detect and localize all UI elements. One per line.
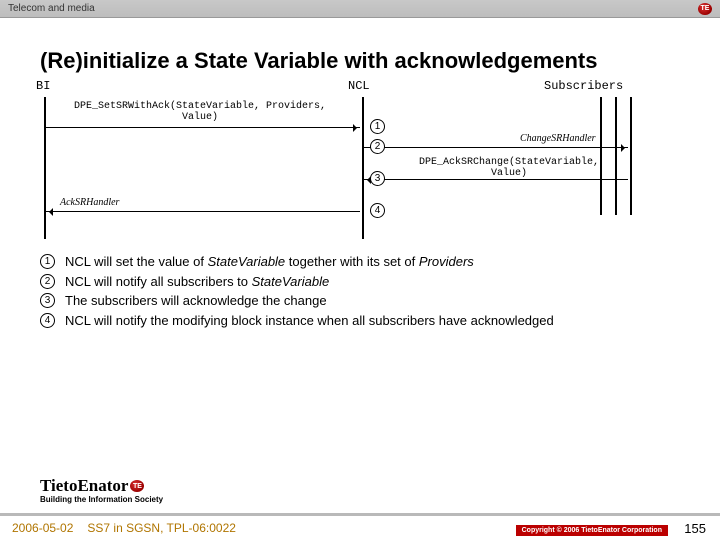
step-marker-1: 1 <box>370 119 385 134</box>
brand-block: TietoEnator TE Building the Information … <box>40 476 163 504</box>
note-num-2: 2 <box>40 274 55 289</box>
label-change-handler: ChangeSRHandler <box>520 133 596 144</box>
page-number: 155 <box>684 521 706 536</box>
lifeline-subs-1 <box>600 97 602 215</box>
page-title: (Re)initialize a State Variable with ack… <box>40 48 680 73</box>
label-ack-change: DPE_AckSRChange(StateVariable, Value) <box>404 157 614 179</box>
actor-subscribers: Subscribers <box>544 79 604 93</box>
actor-bi: BI <box>36 79 52 93</box>
note-num-4: 4 <box>40 313 55 328</box>
label-set-sr: DPE_SetSRWithAck(StateVariable, Provider… <box>60 101 340 123</box>
note-num-3: 3 <box>40 293 55 308</box>
logo-icon: TE <box>698 3 712 15</box>
brand-logo-icon: TE <box>130 480 144 492</box>
step-marker-2: 2 <box>370 139 385 154</box>
brand-tagline: Building the Information Society <box>40 495 163 504</box>
lifeline-bi <box>44 97 46 239</box>
step-marker-3: 3 <box>370 171 385 186</box>
arrow-ack-change <box>364 179 628 180</box>
note-num-1: 1 <box>40 254 55 269</box>
note-text-4: NCL will notify the modifying block inst… <box>65 312 680 330</box>
topbar-category: Telecom and media <box>8 3 95 14</box>
note-row-3: 3 The subscribers will acknowledge the c… <box>40 292 680 310</box>
sequence-diagram: BI NCL Subscribers DPE_SetSRWithAck(Stat… <box>40 79 680 239</box>
footer-copyright: Copyright © 2006 TietoEnator Corporation <box>516 525 668 536</box>
arrow-ack-handler <box>46 211 360 212</box>
note-text-3: The subscribers will acknowledge the cha… <box>65 292 680 310</box>
note-text-1: NCL will set the value of StateVariable … <box>65 253 680 271</box>
note-text-2: NCL will notify all subscribers to State… <box>65 273 680 291</box>
note-row-2: 2 NCL will notify all subscribers to Sta… <box>40 273 680 291</box>
footer-date: 2006-05-02 <box>12 521 73 535</box>
label-ack-handler: AckSRHandler <box>60 197 119 208</box>
step-notes: 1 NCL will set the value of StateVariabl… <box>40 253 680 329</box>
note-row-1: 1 NCL will set the value of StateVariabl… <box>40 253 680 271</box>
footer-doc: SS7 in SGSN, TPL-06:0022 <box>87 521 236 535</box>
lifeline-subs-3 <box>630 97 632 215</box>
slide-content: (Re)initialize a State Variable with ack… <box>0 18 720 329</box>
note-row-4: 4 NCL will notify the modifying block in… <box>40 312 680 330</box>
lifeline-ncl <box>362 97 364 239</box>
top-bar: Telecom and media TE <box>0 0 720 18</box>
brand-name: TietoEnator <box>40 476 128 496</box>
lifeline-subs-2 <box>615 97 617 215</box>
actor-ncl: NCL <box>348 79 370 93</box>
arrow-change-handler <box>364 147 628 148</box>
step-marker-4: 4 <box>370 203 385 218</box>
arrow-set-sr <box>46 127 360 128</box>
